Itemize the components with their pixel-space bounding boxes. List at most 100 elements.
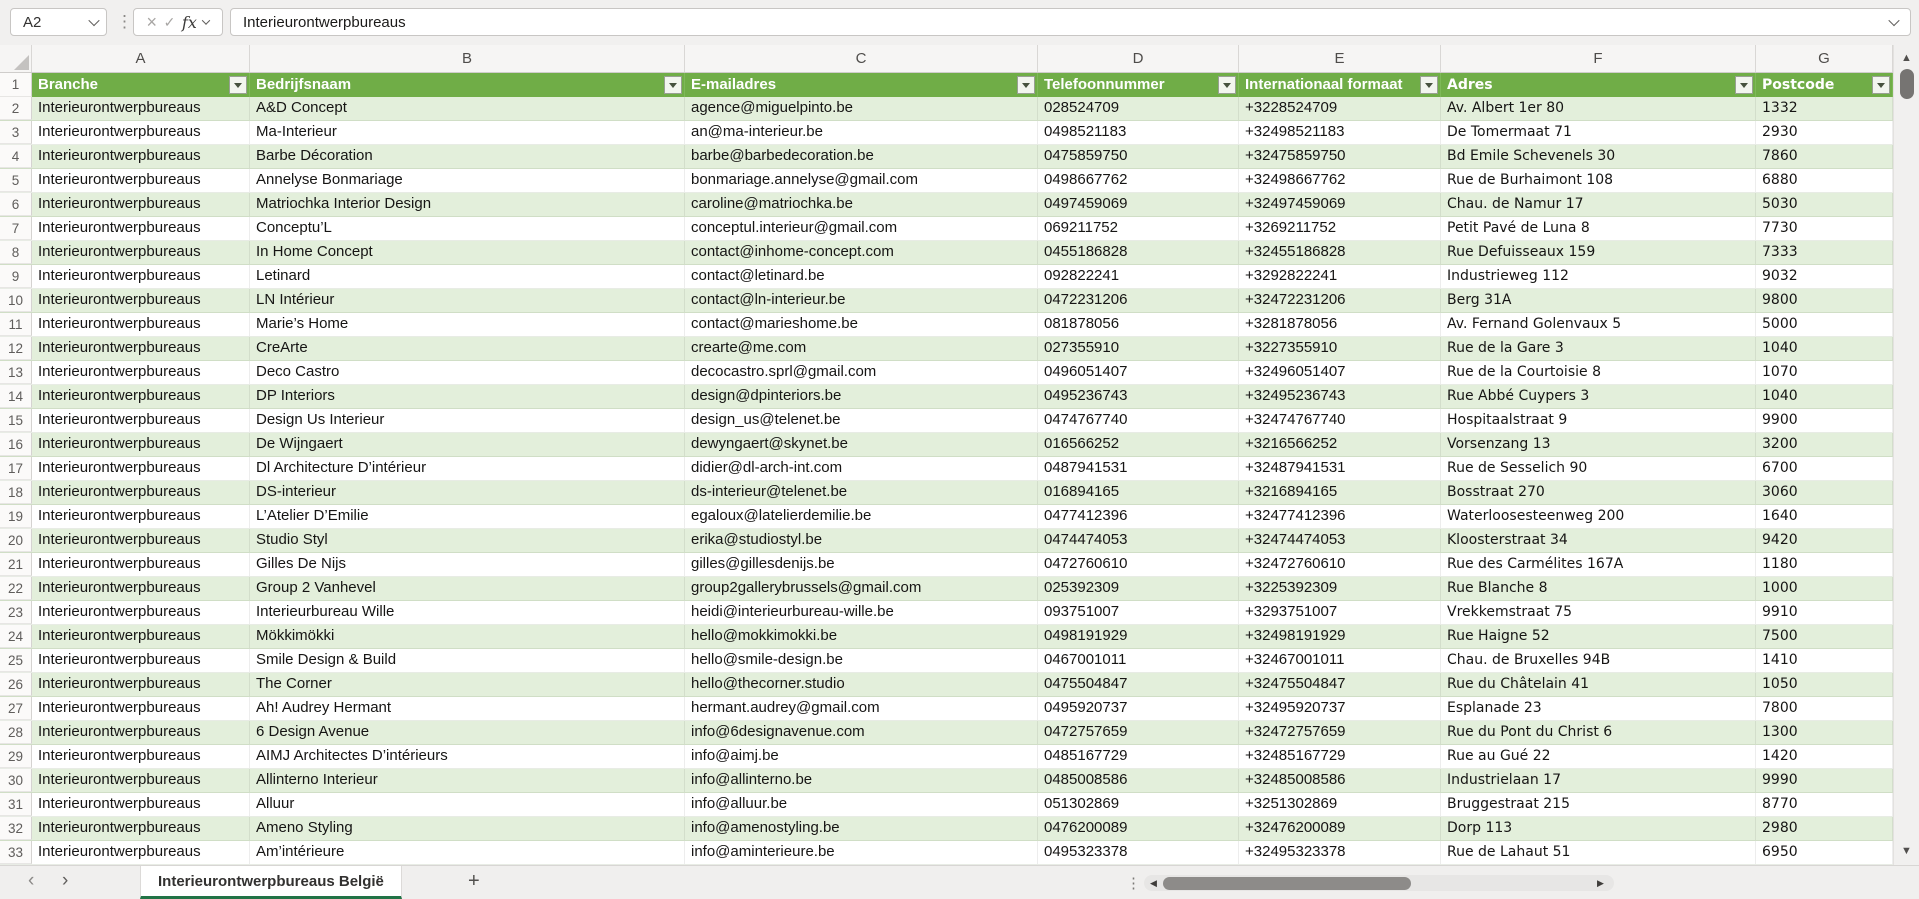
cell[interactable]: 9032: [1756, 265, 1893, 288]
cell[interactable]: +32467001011: [1239, 649, 1441, 672]
cell[interactable]: Interieurontwerpbureaus: [32, 457, 250, 480]
cell[interactable]: an@ma-interieur.be: [685, 121, 1038, 144]
cell[interactable]: decocastro.sprl@gmail.com: [685, 361, 1038, 384]
row-number[interactable]: 31: [0, 793, 32, 816]
cell[interactable]: 7333: [1756, 241, 1893, 264]
cell[interactable]: Design Us Interieur: [250, 409, 685, 432]
filter-button[interactable]: [1735, 76, 1753, 94]
cell[interactable]: 6950: [1756, 841, 1893, 864]
cell[interactable]: 7730: [1756, 217, 1893, 240]
cell[interactable]: +3269211752: [1239, 217, 1441, 240]
cell[interactable]: Rue Blanche 8: [1441, 577, 1756, 600]
cell[interactable]: Interieurontwerpbureaus: [32, 193, 250, 216]
cell[interactable]: agence@miguelpinto.be: [685, 97, 1038, 120]
cell[interactable]: Marie’s Home: [250, 313, 685, 336]
cell[interactable]: Mökkimökki: [250, 625, 685, 648]
cell[interactable]: Rue Defuisseaux 159: [1441, 241, 1756, 264]
chevron-down-icon[interactable]: [202, 16, 210, 24]
cell[interactable]: +3281878056: [1239, 313, 1441, 336]
scroll-left-icon[interactable]: ◀: [1150, 878, 1157, 889]
cell[interactable]: 7860: [1756, 145, 1893, 168]
cell[interactable]: +3227355910: [1239, 337, 1441, 360]
filter-button[interactable]: [229, 76, 247, 94]
cell[interactable]: Interieurontwerpbureaus: [32, 577, 250, 600]
cell[interactable]: Rue Haigne 52: [1441, 625, 1756, 648]
row-number[interactable]: 8: [0, 241, 32, 264]
row-number[interactable]: 21: [0, 553, 32, 576]
cell[interactable]: Interieurontwerpbureaus: [32, 601, 250, 624]
row-number[interactable]: 30: [0, 769, 32, 792]
cell[interactable]: 081878056: [1038, 313, 1239, 336]
cell[interactable]: Group 2 Vanhevel: [250, 577, 685, 600]
select-all-corner[interactable]: [0, 45, 32, 72]
cell[interactable]: 0476200089: [1038, 817, 1239, 840]
cell[interactable]: Interieurontwerpbureaus: [32, 313, 250, 336]
cell[interactable]: Rue de la Courtoisie 8: [1441, 361, 1756, 384]
row-number[interactable]: 29: [0, 745, 32, 768]
cell[interactable]: Dorp 113: [1441, 817, 1756, 840]
cell[interactable]: 0496051407: [1038, 361, 1239, 384]
row-number[interactable]: 17: [0, 457, 32, 480]
cell[interactable]: +32475859750: [1239, 145, 1441, 168]
cell[interactable]: Petit Pavé de Luna 8: [1441, 217, 1756, 240]
cell[interactable]: Interieurontwerpbureaus: [32, 769, 250, 792]
cell[interactable]: Vrekkemstraat 75: [1441, 601, 1756, 624]
cell[interactable]: barbe@barbedecoration.be: [685, 145, 1038, 168]
cell[interactable]: +32487941531: [1239, 457, 1441, 480]
cell[interactable]: Interieurontwerpbureaus: [32, 721, 250, 744]
chevron-down-icon[interactable]: [1888, 15, 1899, 26]
cell[interactable]: Interieurontwerpbureaus: [32, 433, 250, 456]
cell[interactable]: 6700: [1756, 457, 1893, 480]
row-number[interactable]: 20: [0, 529, 32, 552]
cell[interactable]: design_us@telenet.be: [685, 409, 1038, 432]
vertical-scrollbar[interactable]: ▲ ▼: [1893, 45, 1919, 865]
cell[interactable]: +32455186828: [1239, 241, 1441, 264]
scroll-right-icon[interactable]: ▶: [1597, 878, 1604, 889]
filter-button[interactable]: [664, 76, 682, 94]
cell[interactable]: Dl Architecture D’intérieur: [250, 457, 685, 480]
cell[interactable]: 025392309: [1038, 577, 1239, 600]
cell[interactable]: 0498521183: [1038, 121, 1239, 144]
cell[interactable]: L’Atelier D’Emilie: [250, 505, 685, 528]
cell[interactable]: 2930: [1756, 121, 1893, 144]
cell[interactable]: ds-interieur@telenet.be: [685, 481, 1038, 504]
cell[interactable]: 9990: [1756, 769, 1893, 792]
cell[interactable]: The Corner: [250, 673, 685, 696]
cell[interactable]: Studio Styl: [250, 529, 685, 552]
cell[interactable]: Vorsenzang 13: [1441, 433, 1756, 456]
cell[interactable]: 9420: [1756, 529, 1893, 552]
cell[interactable]: +32474767740: [1239, 409, 1441, 432]
cell[interactable]: contact@inhome-concept.com: [685, 241, 1038, 264]
horizontal-scroll-thumb[interactable]: [1163, 877, 1411, 890]
cell[interactable]: +32477412396: [1239, 505, 1441, 528]
filter-button[interactable]: [1017, 76, 1035, 94]
cell[interactable]: Gilles De Nijs: [250, 553, 685, 576]
row-number[interactable]: 19: [0, 505, 32, 528]
cell[interactable]: 0498667762: [1038, 169, 1239, 192]
cell[interactable]: Bd Emile Schevenels 30: [1441, 145, 1756, 168]
cell[interactable]: 0475504847: [1038, 673, 1239, 696]
row-number[interactable]: 22: [0, 577, 32, 600]
cell[interactable]: Interieurontwerpbureaus: [32, 337, 250, 360]
cell[interactable]: 092822241: [1038, 265, 1239, 288]
cell[interactable]: 1000: [1756, 577, 1893, 600]
cancel-icon[interactable]: ×: [147, 13, 158, 31]
cell[interactable]: 1040: [1756, 337, 1893, 360]
cell[interactable]: Interieurontwerpbureaus: [32, 697, 250, 720]
cell[interactable]: 051302869: [1038, 793, 1239, 816]
cell[interactable]: info@alluur.be: [685, 793, 1038, 816]
cell[interactable]: CreArte: [250, 337, 685, 360]
row-number[interactable]: 4: [0, 145, 32, 168]
column-letter-A[interactable]: A: [32, 45, 250, 72]
cell[interactable]: +32496051407: [1239, 361, 1441, 384]
cell[interactable]: 0472760610: [1038, 553, 1239, 576]
cell[interactable]: 1050: [1756, 673, 1893, 696]
cell[interactable]: design@dpinteriors.be: [685, 385, 1038, 408]
cell[interactable]: Interieurbureau Wille: [250, 601, 685, 624]
row-number[interactable]: 2: [0, 97, 32, 120]
cell[interactable]: 1180: [1756, 553, 1893, 576]
cell[interactable]: In Home Concept: [250, 241, 685, 264]
cell[interactable]: Interieurontwerpbureaus: [32, 649, 250, 672]
cell[interactable]: Rue de la Gare 3: [1441, 337, 1756, 360]
cell[interactable]: Berg 31A: [1441, 289, 1756, 312]
